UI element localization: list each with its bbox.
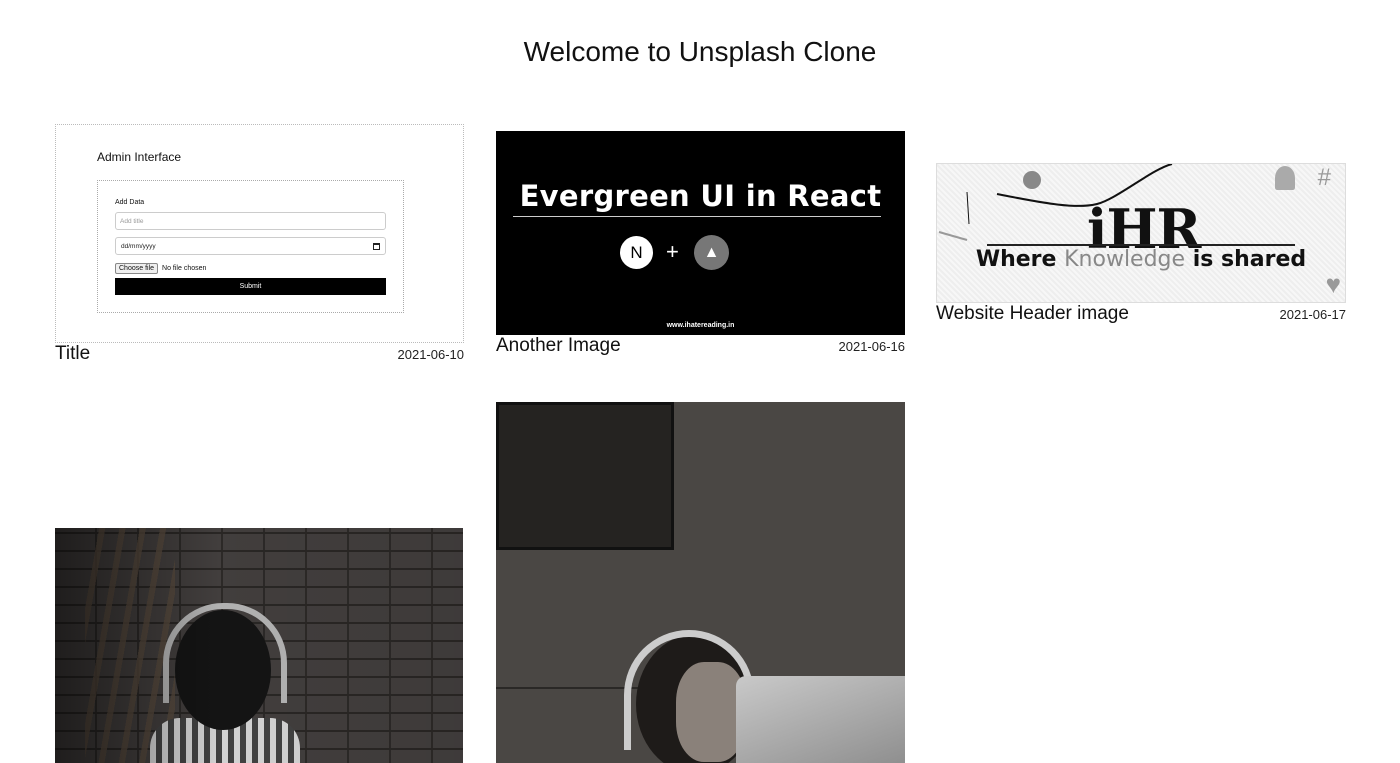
headphones bbox=[624, 630, 754, 750]
card-caption: Another Image bbox=[496, 335, 621, 356]
form-label: Add Data bbox=[115, 199, 145, 206]
banner-title: Evergreen UI in React bbox=[519, 179, 882, 213]
image-card[interactable] bbox=[55, 528, 463, 763]
image-card[interactable]: Evergreen UI in React N + ▲ www.ihaterea… bbox=[496, 131, 905, 357]
banner-url: www.ihatereading.in bbox=[666, 322, 735, 329]
card-image-admin-interface[interactable]: Admin Interface Add Data Add title dd/mm… bbox=[55, 124, 464, 343]
card-image-ihr-header[interactable]: # iHR Where Knowledge is shared ♥ bbox=[936, 163, 1346, 303]
calendar-icon bbox=[373, 242, 380, 250]
tagline-part: is shared bbox=[1192, 247, 1307, 272]
card-date: 2021-06-16 bbox=[838, 339, 906, 354]
photo-shading bbox=[55, 528, 463, 763]
card-date: 2021-06-10 bbox=[397, 347, 465, 362]
card-caption: Title bbox=[55, 343, 91, 364]
card-image-laptop-photo[interactable] bbox=[496, 402, 905, 763]
card-meta: Website Header image 2021-06-17 bbox=[936, 303, 1346, 325]
header-tagline: Where Knowledge is shared bbox=[937, 247, 1345, 272]
card-meta: Another Image 2021-06-16 bbox=[496, 335, 905, 357]
choose-file-button: Choose file bbox=[115, 263, 159, 274]
card-meta: Title 2021-06-10 bbox=[55, 343, 464, 365]
header-divider bbox=[987, 244, 1295, 246]
page-title: Welcome to Unsplash Clone bbox=[523, 36, 877, 67]
nextjs-icon: N bbox=[620, 236, 653, 269]
evergreen-tree-icon: ▲ bbox=[694, 235, 729, 270]
laptop bbox=[736, 676, 905, 763]
plus-sign: + bbox=[666, 239, 679, 264]
date-field-value: dd/mm/yyyy bbox=[121, 242, 156, 250]
submit-button: Submit bbox=[115, 278, 386, 295]
heart-icon: ♥ bbox=[1325, 269, 1341, 299]
card-image-headphones-photo[interactable] bbox=[55, 528, 463, 763]
admin-heading: Admin Interface bbox=[97, 150, 182, 164]
image-card[interactable]: # iHR Where Knowledge is shared ♥ Websit… bbox=[936, 163, 1346, 325]
tagline-part: Where bbox=[975, 247, 1057, 272]
badge-icon bbox=[1275, 166, 1295, 190]
date-field: dd/mm/yyyy bbox=[115, 237, 386, 255]
card-date: 2021-06-17 bbox=[1279, 307, 1347, 322]
tagline-part: Knowledge bbox=[1064, 247, 1186, 272]
admin-form: Add Data Add title dd/mm/yyyy Choose fil… bbox=[97, 180, 404, 313]
card-image-evergreen-banner[interactable]: Evergreen UI in React N + ▲ www.ihaterea… bbox=[496, 131, 905, 335]
picture-frame bbox=[496, 402, 674, 550]
image-card[interactable] bbox=[496, 402, 905, 763]
file-status: No file chosen bbox=[162, 265, 207, 272]
card-caption: Website Header image bbox=[936, 303, 1129, 324]
title-field: Add title bbox=[115, 212, 386, 230]
file-row: Choose file No file chosen bbox=[115, 263, 206, 274]
image-card[interactable]: Admin Interface Add Data Add title dd/mm… bbox=[55, 124, 464, 365]
banner-divider bbox=[513, 216, 881, 217]
hashtag-icon: # bbox=[1317, 164, 1331, 191]
